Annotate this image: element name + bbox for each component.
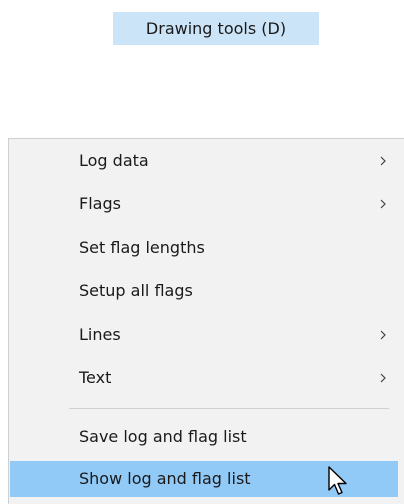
chevron-right-icon xyxy=(380,143,390,179)
menu-item-label: Text xyxy=(79,368,112,387)
menu-separator xyxy=(69,408,389,409)
menu-item-save-log-and-flag-list[interactable]: Save log and flag list xyxy=(10,419,398,455)
menu-item-label: Flags xyxy=(79,194,121,213)
chevron-right-icon xyxy=(380,360,390,396)
menu-item-setup-all-flags[interactable]: Setup all flags xyxy=(10,273,398,309)
menu-item-set-flag-lengths[interactable]: Set flag lengths xyxy=(10,230,398,266)
menu-item-label: Setup all flags xyxy=(79,281,193,300)
menu-item-label: Show log and flag list xyxy=(79,469,251,488)
mouse-pointer-icon xyxy=(327,465,349,497)
menu-item-lines[interactable]: Lines xyxy=(10,317,398,353)
context-menu: Log data Flags Set flag lengths Setup al… xyxy=(8,138,404,504)
menu-item-text[interactable]: Text xyxy=(10,360,398,396)
menu-item-label: Save log and flag list xyxy=(79,427,247,446)
menu-item-log-data[interactable]: Log data xyxy=(10,143,398,179)
drawing-tools-label: Drawing tools (D) xyxy=(113,12,319,45)
menu-item-flags[interactable]: Flags xyxy=(10,186,398,222)
menu-item-label: Lines xyxy=(79,325,121,344)
menu-item-label: Log data xyxy=(79,151,149,170)
screen: Drawing tools (D) Log data Flags Set fla… xyxy=(0,0,404,504)
chevron-right-icon xyxy=(380,186,390,222)
menu-item-label: Set flag lengths xyxy=(79,238,205,257)
chevron-right-icon xyxy=(380,317,390,353)
